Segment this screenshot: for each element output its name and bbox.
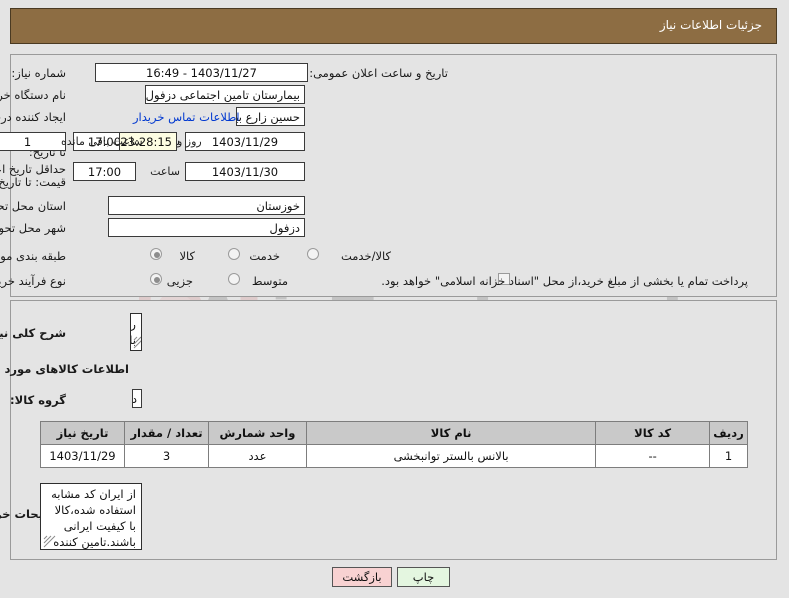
field-delivery-city[interactable]: دزفول (109, 218, 306, 237)
cell-quantity: 3 (125, 444, 210, 468)
field-goods-group[interactable]: دارو، پزشکی و سلامت (133, 389, 143, 408)
field-deadline-date[interactable]: 1403/11/29 (186, 132, 306, 151)
page-root: AriaTender.net جزئیات اطلاعات نیاز شماره… (0, 0, 789, 598)
label-countdown: ساعت باقی مانده (62, 135, 144, 148)
label-need-number: شماره نیاز: (12, 66, 67, 80)
page-title: جزئیات اطلاعات نیاز (660, 18, 763, 32)
field-price-validity-time[interactable]: 17:00 (74, 162, 137, 181)
label-islamic-treasury: پرداخت تمام یا بخشی از مبلغ خرید،از محل … (382, 274, 749, 288)
overall-description-text: رولر بال (131, 317, 137, 347)
print-button[interactable]: چاپ (398, 567, 451, 587)
label-price-validity-hour: ساعت (151, 165, 181, 178)
radio-label-classification-goods-service: کالا/خدمت (341, 249, 392, 263)
radio-label-process-medium: متوسط (252, 274, 289, 288)
table-header-goods-name: نام کالا (306, 421, 598, 445)
description-panel (11, 300, 778, 410)
field-buyer-notes[interactable]: از ایران کد مشابه استفاده شده،کالا با کی… (41, 483, 143, 550)
field-announce-datetime[interactable]: 1403/11/27 - 16:49 (96, 63, 309, 82)
label-buyer-org: نام دستگاه خریدار: (0, 88, 67, 102)
table-header-unit: واحد شمارش (208, 421, 308, 445)
radio-classification-service[interactable] (229, 248, 241, 260)
table-header-goods-code: کد کالا (596, 421, 712, 445)
field-days-remaining[interactable]: 1 (0, 132, 67, 151)
buyer-notes-text: از ایران کد مشابه استفاده شده،کالا با کی… (52, 487, 137, 549)
window-title-bar: جزئیات اطلاعات نیاز (11, 8, 778, 44)
cell-need-date: 1403/11/29 (41, 444, 126, 468)
table-header-quantity: تعداد / مقدار (125, 421, 210, 445)
cell-goods-name: بالانس بالستر توانبخشی (306, 444, 598, 468)
field-delivery-province[interactable]: خوزستان (109, 196, 306, 215)
label-classification: طبقه بندی موضوعی: (0, 249, 67, 263)
field-overall-description[interactable]: رولر بال (131, 313, 143, 351)
goods-table: ردیف کد کالا نام کالا واحد شمارش تعداد /… (41, 421, 749, 468)
field-buyer-org[interactable]: بیمارستان تامین اجتماعی دزفول (146, 85, 306, 104)
table-row: 1 -- بالانس بالستر توانبخشی عدد 3 1403/1… (41, 444, 749, 468)
label-purchase-process: نوع فرآیند خرید : (0, 274, 67, 288)
field-request-creator[interactable]: حسین زارع بیراتوند کارمند بیمارستان تامی… (237, 107, 306, 126)
radio-label-process-minor: جزیی (167, 274, 194, 288)
field-price-validity-date[interactable]: 1403/11/30 (186, 162, 306, 181)
label-overall-description: شرح کلی نیاز: (0, 326, 67, 340)
table-header-need-date: تاریخ نیاز (41, 421, 126, 445)
table-header-row-number: ردیف (710, 421, 749, 445)
label-goods-group: گروه کالا: (11, 393, 67, 407)
label-days-unit: روز و (178, 135, 203, 148)
label-price-validity: حداقل تاریخ اعتبار قیمت: تا تاریخ: (0, 162, 67, 189)
radio-classification-goods-service[interactable] (308, 248, 320, 260)
cell-row-number: 1 (710, 444, 749, 468)
label-request-creator: ایجاد کننده درخواست: (0, 110, 67, 124)
cell-unit: عدد (208, 444, 308, 468)
radio-classification-goods[interactable] (151, 248, 163, 260)
goods-section-title: اطلاعات کالاهای مورد نیاز (0, 362, 130, 376)
label-delivery-province: استان محل تحویل: (0, 199, 67, 213)
radio-label-classification-goods: کالا (180, 249, 196, 263)
back-button[interactable]: بازگشت (333, 567, 393, 587)
buyer-contact-link[interactable]: اطلاعات تماس خریدار (134, 110, 241, 124)
radio-process-minor[interactable] (151, 273, 163, 285)
radio-process-medium[interactable] (229, 273, 241, 285)
label-announce-datetime: تاریخ و ساعت اعلان عمومی: (310, 66, 449, 80)
radio-label-classification-service: خدمت (250, 249, 281, 263)
cell-goods-code: -- (596, 444, 712, 468)
label-delivery-city: شهر محل تحویل: (0, 221, 67, 235)
table-header-row: ردیف کد کالا نام کالا واحد شمارش تعداد /… (41, 421, 749, 445)
